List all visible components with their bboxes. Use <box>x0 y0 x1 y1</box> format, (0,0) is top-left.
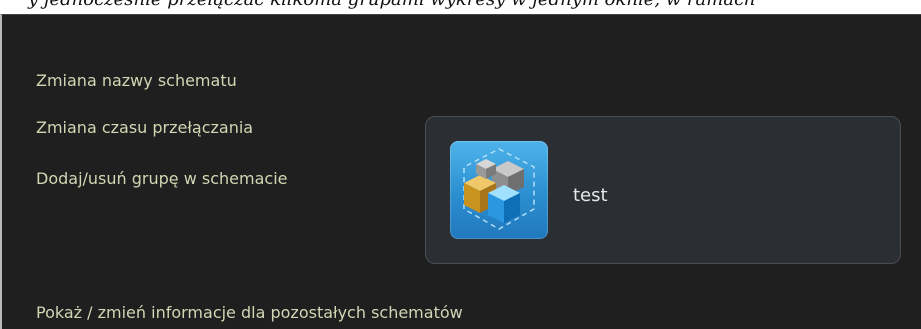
top-strip: y jednoczesnie przelączać kilkoma grupam… <box>0 0 921 14</box>
add-remove-group-link[interactable]: Dodaj/usuń grupę w schemacie <box>36 169 287 188</box>
rename-scheme-link[interactable]: Zmiana nazwy schematu <box>36 71 237 90</box>
clipped-instruction-text: y jednoczesnie przelączać kilkoma grupam… <box>28 0 756 10</box>
show-other-schemes-link[interactable]: Pokaż / zmień informacje dla pozostałych… <box>36 303 463 322</box>
scheme-panel: Zmiana nazwy schematu Zmiana czasu przeł… <box>0 14 921 329</box>
change-switch-time-link[interactable]: Zmiana czasu przełączania <box>36 118 253 137</box>
cube-stack-graphic <box>463 148 535 230</box>
cube-stack-icon <box>450 141 548 239</box>
scheme-card[interactable]: test <box>425 116 901 264</box>
scheme-name: test <box>573 185 608 206</box>
